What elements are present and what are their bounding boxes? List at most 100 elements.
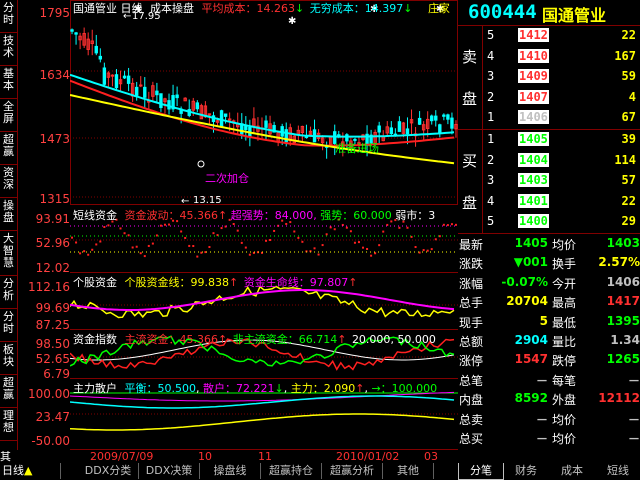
left-tab-4[interactable]: 超赢 xyxy=(0,134,17,158)
axis-label: 23.47 xyxy=(35,410,70,424)
quote-key: 涨幅 xyxy=(459,276,484,291)
tab-separator xyxy=(0,32,17,33)
tab-other[interactable]: 其他 xyxy=(383,463,434,479)
quote-value: － xyxy=(627,432,640,446)
period-mini-label: 其他 xyxy=(0,450,11,476)
left-tab-0[interactable]: 分时 xyxy=(0,2,17,26)
tab-finance[interactable]: 财务 xyxy=(504,463,548,479)
order-volume: 67 xyxy=(621,110,636,125)
quote-key: 总买 xyxy=(459,432,484,446)
date-label: 10 xyxy=(198,450,212,463)
order-price: 1409 xyxy=(518,69,549,84)
up-arrow: ↑ xyxy=(348,276,358,289)
axis-label: 98.50 xyxy=(35,337,70,351)
quote-key: 总卖 xyxy=(459,412,484,427)
left-tab-8[interactable]: 分析 xyxy=(0,278,17,302)
panel4-name: 资金指数 xyxy=(73,333,117,346)
order-price: 1403 xyxy=(518,173,549,188)
tab-analysis[interactable]: 超赢分析 xyxy=(322,463,383,479)
left-tab-6[interactable]: 操盘 xyxy=(0,200,17,224)
tab-daily-label: 日线 xyxy=(2,464,24,477)
triangle-up-icon: ▲ xyxy=(24,464,33,477)
tab-shortline[interactable]: 短线 xyxy=(596,463,640,479)
star-marker: ✱ xyxy=(288,16,296,27)
order-volume: 22 xyxy=(621,193,636,208)
quote-key: 涨停 xyxy=(459,354,484,369)
level-number: 5 xyxy=(487,214,495,229)
down-arrow: ↓ xyxy=(295,2,305,15)
quote-key: 均价 xyxy=(552,432,577,446)
left-tab-11[interactable]: 超赢 xyxy=(0,377,17,401)
level-number: 4 xyxy=(487,193,495,208)
buy-side-label: 盘 xyxy=(462,194,478,212)
level-number: 5 xyxy=(487,28,495,42)
quote-value: 1417 xyxy=(606,294,640,309)
left-tab-3[interactable]: 全屏 xyxy=(0,101,17,125)
tab-separator xyxy=(0,440,17,441)
quote-key: 今开 xyxy=(552,276,577,291)
panel5-name: 主力散户 xyxy=(73,382,117,395)
left-tab-9[interactable]: 分时 xyxy=(0,311,17,335)
down-arrow: ↓ xyxy=(274,382,284,395)
quote-value: 2.57% xyxy=(598,255,640,270)
order-volume: 114 xyxy=(614,152,636,167)
sell-side-label: 卖 xyxy=(462,48,478,66)
low-price-label: 13.15 xyxy=(193,195,222,206)
tab-separator xyxy=(0,98,17,99)
quote-key: 均价 xyxy=(552,238,577,252)
tab-separator xyxy=(0,374,17,375)
quote-value: － xyxy=(627,373,640,388)
order-volume: 39 xyxy=(621,132,636,146)
tab-position[interactable]: 超赢持仓 xyxy=(261,463,322,479)
divider xyxy=(458,129,640,130)
axis-label: 99.69 xyxy=(35,301,70,315)
left-tab-12[interactable]: 理想 xyxy=(0,410,17,434)
panel2-line2: 超强势：84.000 xyxy=(230,209,314,222)
right-tab-bar: 分笔 财务 成本 短线 xyxy=(458,463,640,480)
quote-key: 总笔 xyxy=(459,373,484,388)
tab-ddx-decision[interactable]: DDX决策 xyxy=(139,463,200,479)
quote-key: 最新 xyxy=(459,238,484,252)
up-arrow: ↑ xyxy=(337,333,347,346)
tab-cost[interactable]: 成本 xyxy=(550,463,594,479)
stock-code: 600444 xyxy=(468,1,537,23)
tab-ticks[interactable]: 分笔 xyxy=(458,463,504,480)
axis-label: 87.25 xyxy=(35,318,70,332)
panel3-line1: 个股资金线：99.838 xyxy=(124,276,230,289)
left-tab-7[interactable]: 大智慧 xyxy=(0,233,17,269)
order-price: 1404 xyxy=(518,152,549,167)
bottom-tab-bar: 日线▲ DDX分类 DDX决策 操盘线 超赢持仓 超赢分析 其他 xyxy=(0,463,458,480)
tab-operation-line[interactable]: 操盘线 xyxy=(200,463,261,479)
left-tab-10[interactable]: 板块 xyxy=(0,344,17,368)
tab-separator xyxy=(0,407,17,408)
chart-title: 国通管业 日线 成本操盘 平均成本：14.263↓ 无穷成本：14.397↓ 庄… xyxy=(73,0,450,16)
infinite-cost-value: 无穷成本：14.397 xyxy=(309,2,404,15)
level-number: 3 xyxy=(487,173,495,188)
panel4-line1: 主流资金：45.366 xyxy=(124,333,219,346)
axis-label: 93.91 xyxy=(35,212,70,226)
axis-label: -50.00 xyxy=(31,434,70,448)
quote-value: 8592 xyxy=(514,391,548,406)
quote-value: 2904 xyxy=(514,333,548,347)
date-label: 11 xyxy=(258,450,272,463)
axis-label: 52.65 xyxy=(35,352,70,366)
level-number: 3 xyxy=(487,69,495,84)
order-price: 1400 xyxy=(518,214,549,229)
quote-key: 外盘 xyxy=(552,393,577,408)
divider xyxy=(482,25,483,130)
quote-value: 20704 xyxy=(506,294,548,309)
left-tab-5[interactable]: 资深 xyxy=(0,167,17,191)
tab-separator xyxy=(0,230,17,231)
axis-label: 112.16 xyxy=(28,280,70,294)
left-tab-1[interactable]: 技术 xyxy=(0,35,17,59)
tab-daily[interactable]: 日线▲ xyxy=(0,463,61,479)
quote-key: 均价 xyxy=(552,412,577,427)
left-tab-2[interactable]: 基本 xyxy=(0,68,17,92)
price-axis-label: 1473 xyxy=(39,132,70,146)
up-arrow: ↑ xyxy=(218,333,228,346)
order-volume: 57 xyxy=(621,173,636,188)
order-volume: 22 xyxy=(621,28,636,42)
separator: , xyxy=(313,209,317,222)
tab-ddx-category[interactable]: DDX分类 xyxy=(78,463,139,479)
level-number: 4 xyxy=(487,48,495,63)
